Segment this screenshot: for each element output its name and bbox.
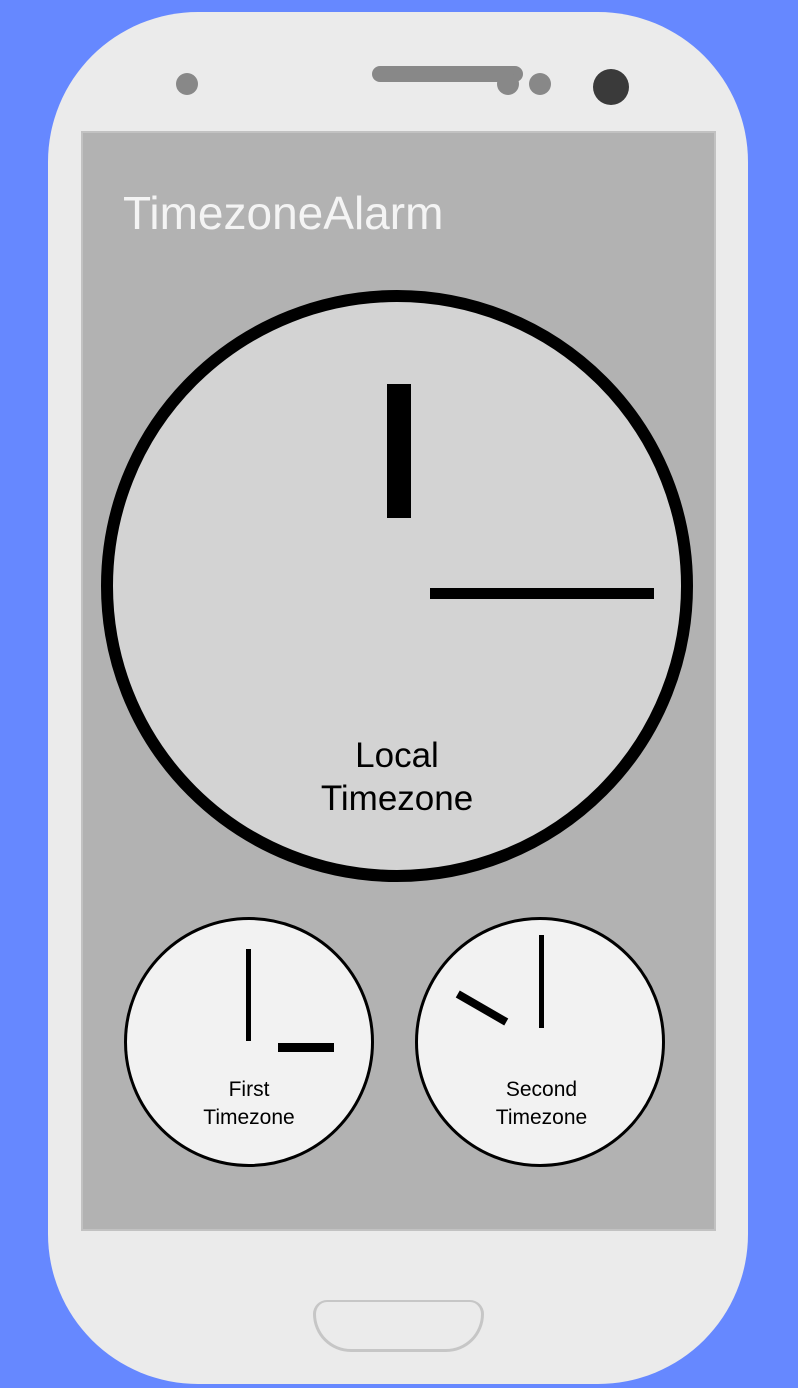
- first-clock-label-line2: Timezone: [203, 1106, 295, 1129]
- second-timezone-clock[interactable]: Second Timezone: [415, 917, 665, 1167]
- first-clock-label-line1: First: [228, 1078, 270, 1101]
- second-clock-hour-hand: [455, 990, 509, 1026]
- app-title: TimezoneAlarm: [123, 187, 444, 239]
- first-timezone-clock[interactable]: First Timezone: [124, 917, 374, 1167]
- second-clock-label-line1: Second: [505, 1078, 578, 1101]
- local-timezone-clock[interactable]: Local Timezone: [101, 290, 693, 882]
- second-clock-label-line2: Timezone: [495, 1106, 588, 1129]
- local-clock-label-line1: Local: [355, 736, 439, 775]
- local-clock-label-line2: Timezone: [320, 779, 474, 818]
- first-clock-label: First Timezone: [127, 1076, 371, 1132]
- second-clock-label: Second Timezone: [418, 1076, 665, 1132]
- local-clock-minute-hand: [430, 588, 654, 599]
- first-clock-minute-hand: [278, 1043, 334, 1052]
- proximity-sensor: [176, 73, 198, 95]
- local-clock-label: Local Timezone: [113, 734, 681, 820]
- home-button[interactable]: [313, 1300, 484, 1352]
- sensor-dot: [497, 73, 519, 95]
- front-camera-icon: [593, 69, 629, 105]
- local-clock-hour-hand: [387, 384, 411, 518]
- sensor-dot: [529, 73, 551, 95]
- second-clock-minute-hand: [539, 935, 544, 1028]
- first-clock-hour-hand: [246, 949, 251, 1041]
